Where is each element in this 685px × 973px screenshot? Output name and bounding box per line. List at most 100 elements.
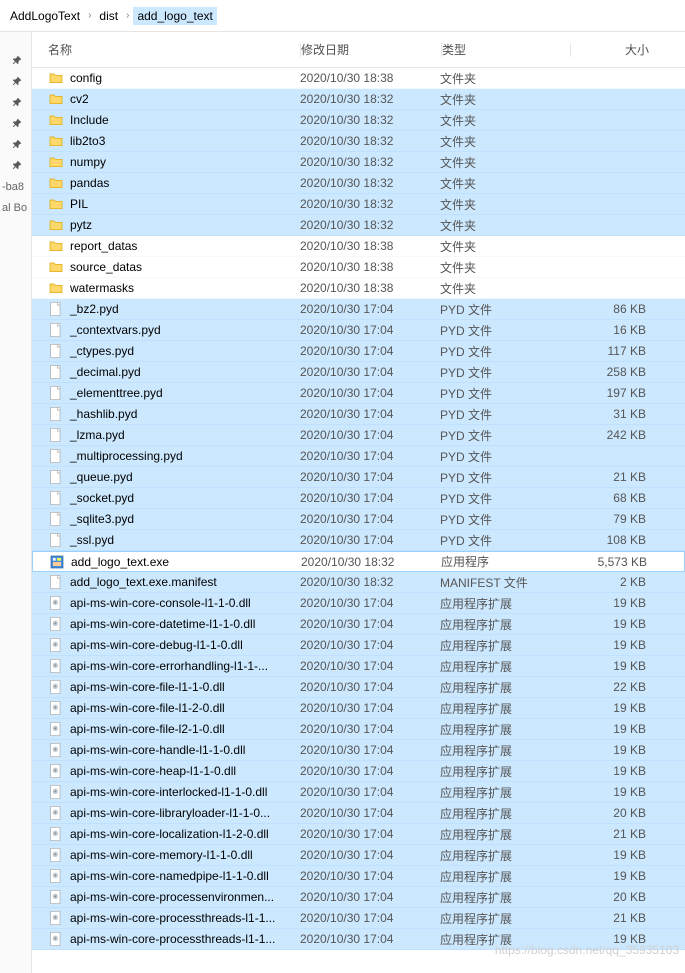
pin-icon[interactable] [0,50,31,71]
table-row[interactable]: api-ms-win-core-processenvironmen...2020… [32,887,685,908]
file-size: 79 KB [568,512,658,526]
table-row[interactable]: api-ms-win-core-interlocked-l1-1-0.dll20… [32,782,685,803]
dll-icon [48,784,64,800]
file-type: 应用程序扩展 [440,784,568,801]
table-row[interactable]: _hashlib.pyd2020/10/30 17:04PYD 文件31 KB [32,404,685,425]
table-row[interactable]: _socket.pyd2020/10/30 17:04PYD 文件68 KB [32,488,685,509]
breadcrumb-item[interactable]: AddLogoText [6,7,84,25]
file-date: 2020/10/30 18:32 [300,575,440,589]
file-size: 5,573 KB [569,555,659,569]
file-size: 19 KB [568,848,658,862]
file-size: 2 KB [568,575,658,589]
table-row[interactable]: report_datas2020/10/30 18:38文件夹 [32,236,685,257]
table-row[interactable]: watermasks2020/10/30 18:38文件夹 [32,278,685,299]
dll-icon [48,847,64,863]
table-row[interactable]: api-ms-win-core-libraryloader-l1-1-0...2… [32,803,685,824]
file-icon [48,469,64,485]
table-row[interactable]: add_logo_text.exe.manifest2020/10/30 18:… [32,572,685,593]
table-row[interactable]: api-ms-win-core-localization-l1-2-0.dll2… [32,824,685,845]
file-type: 应用程序扩展 [440,763,568,780]
table-row[interactable]: api-ms-win-core-file-l2-1-0.dll2020/10/3… [32,719,685,740]
table-row[interactable]: _decimal.pyd2020/10/30 17:04PYD 文件258 KB [32,362,685,383]
file-date: 2020/10/30 17:04 [300,764,440,778]
table-row[interactable]: api-ms-win-core-heap-l1-1-0.dll2020/10/3… [32,761,685,782]
pin-icon[interactable] [0,92,31,113]
dll-icon [48,868,64,884]
table-row[interactable]: api-ms-win-core-errorhandling-l1-1-...20… [32,656,685,677]
table-row[interactable]: pytz2020/10/30 18:32文件夹 [32,215,685,236]
table-row[interactable]: _lzma.pyd2020/10/30 17:04PYD 文件242 KB [32,425,685,446]
file-size: 258 KB [568,365,658,379]
file-date: 2020/10/30 17:04 [300,848,440,862]
table-row[interactable]: api-ms-win-core-processthreads-l1-1...20… [32,908,685,929]
header-type[interactable]: 类型 [442,41,570,58]
file-name: api-ms-win-core-file-l2-1-0.dll [70,722,225,736]
folder-icon [48,133,64,149]
file-type: 应用程序扩展 [440,805,568,822]
table-row[interactable]: config2020/10/30 18:38文件夹 [32,68,685,89]
table-row[interactable]: add_logo_text.exe2020/10/30 18:32应用程序5,5… [32,551,685,572]
file-name: api-ms-win-core-memory-l1-1-0.dll [70,848,253,862]
table-row[interactable]: api-ms-win-core-namedpipe-l1-1-0.dll2020… [32,866,685,887]
file-icon [48,364,64,380]
table-row[interactable]: _bz2.pyd2020/10/30 17:04PYD 文件86 KB [32,299,685,320]
file-name: _bz2.pyd [70,302,119,316]
file-size: 19 KB [568,596,658,610]
table-row[interactable]: Include2020/10/30 18:32文件夹 [32,110,685,131]
file-date: 2020/10/30 17:04 [300,470,440,484]
file-name: Include [70,113,109,127]
file-date: 2020/10/30 17:04 [300,869,440,883]
dll-icon [48,595,64,611]
table-row[interactable]: api-ms-win-core-datetime-l1-1-0.dll2020/… [32,614,685,635]
pin-icon[interactable] [0,71,31,92]
file-size: 19 KB [568,932,658,946]
file-name: pandas [70,176,109,190]
file-type: 应用程序扩展 [440,847,568,864]
table-row[interactable]: api-ms-win-core-file-l1-2-0.dll 2020/10/3… [32,698,685,719]
table-row[interactable]: api-ms-win-core-processthreads-l1-1...20… [32,929,685,950]
table-row[interactable]: cv22020/10/30 18:32文件夹 [32,89,685,110]
file-type: 文件夹 [440,133,568,150]
table-row[interactable]: _ssl.pyd2020/10/30 17:04PYD 文件108 KB [32,530,685,551]
file-icon [48,574,64,590]
table-row[interactable]: source_datas2020/10/30 18:38文件夹 [32,257,685,278]
table-row[interactable]: numpy2020/10/30 18:32文件夹 [32,152,685,173]
dll-icon [48,910,64,926]
table-row[interactable]: pandas2020/10/30 18:32文件夹 [32,173,685,194]
table-row[interactable]: api-ms-win-core-console-l1-1-0.dll2020/1… [32,593,685,614]
table-row[interactable]: _elementtree.pyd2020/10/30 17:04PYD 文件19… [32,383,685,404]
file-type: 应用程序扩展 [440,658,568,675]
pin-icon[interactable] [0,113,31,134]
file-type: 文件夹 [440,154,568,171]
sidebar-item[interactable]: al Bo [0,197,31,218]
file-size: 19 KB [568,785,658,799]
table-row[interactable]: _sqlite3.pyd2020/10/30 17:04PYD 文件79 KB [32,509,685,530]
header-size[interactable]: 大小 [571,41,661,58]
table-row[interactable]: api-ms-win-core-debug-l1-1-0.dll2020/10/… [32,635,685,656]
header-date[interactable]: 修改日期 [301,41,441,58]
table-row[interactable]: lib2to32020/10/30 18:32文件夹 [32,131,685,152]
file-date: 2020/10/30 17:04 [300,932,440,946]
table-row[interactable]: api-ms-win-core-memory-l1-1-0.dll 2020/10… [32,845,685,866]
sidebar-item[interactable]: -ba8 [0,176,31,197]
file-name: PIL [70,197,88,211]
file-date: 2020/10/30 17:04 [300,680,440,694]
table-row[interactable]: _queue.pyd2020/10/30 17:04PYD 文件21 KB [32,467,685,488]
table-row[interactable]: api-ms-win-core-file-l1-1-0.dll2020/10/3… [32,677,685,698]
file-type: 应用程序扩展 [440,826,568,843]
breadcrumb-item[interactable]: dist [95,7,122,25]
dll-icon [48,721,64,737]
header-name[interactable]: 名称 [32,41,300,58]
table-row[interactable]: PIL2020/10/30 18:32文件夹 [32,194,685,215]
table-row[interactable]: _multiprocessing.pyd2020/10/30 17:04PYD … [32,446,685,467]
table-row[interactable]: api-ms-win-core-handle-l1-1-0.dll2020/10… [32,740,685,761]
table-row[interactable]: _ctypes.pyd2020/10/30 17:04PYD 文件117 KB [32,341,685,362]
file-type: 文件夹 [440,238,568,255]
pin-icon[interactable] [0,155,31,176]
breadcrumb-item[interactable]: add_logo_text [133,7,216,25]
table-row[interactable]: _contextvars.pyd2020/10/30 17:04PYD 文件16… [32,320,685,341]
file-date: 2020/10/30 17:04 [300,701,440,715]
pin-icon[interactable] [0,134,31,155]
file-name: api-ms-win-core-file-l1-2-0.dll [70,701,225,715]
file-date: 2020/10/30 17:04 [300,344,440,358]
